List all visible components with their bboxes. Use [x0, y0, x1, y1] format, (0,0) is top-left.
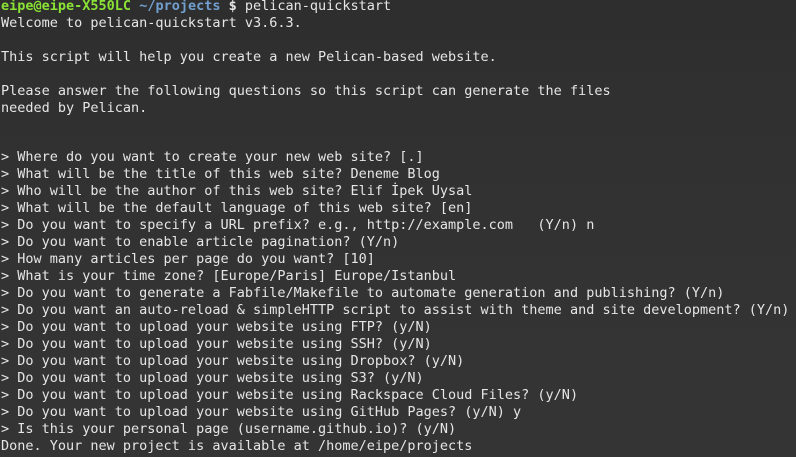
welcome-line: Welcome to pelican-quickstart v3.6.3. — [1, 15, 302, 31]
question-line: > Do you want to generate a Fabfile/Make… — [1, 285, 725, 301]
question-line: > Do you want to upload your website usi… — [1, 387, 579, 403]
done-line: Done. Your new project is available at /… — [1, 438, 473, 454]
question-line: > What will be the default language of t… — [1, 200, 473, 216]
question-line: > What will be the title of this web sit… — [1, 166, 440, 182]
question-line: > Do you want to upload your website usi… — [1, 353, 465, 369]
prompt-command: pelican-quickstart — [244, 0, 392, 14]
purpose-line: This script will help you create a new P… — [1, 49, 497, 65]
question-line: > How many articles per page do you want… — [1, 251, 375, 267]
question-line: > Where do you want to create your new w… — [1, 149, 424, 165]
question-line: > Do you want to upload your website usi… — [1, 336, 432, 352]
prompt-line: eipe@eipe-X550LC ~/projects $ pelican-qu… — [1, 0, 796, 15]
question-line: > Do you want to specify a URL prefix? e… — [1, 217, 595, 233]
question-line: > Is this your personal page (username.g… — [1, 421, 457, 437]
question-line: > What is your time zone? [Europe/Paris]… — [1, 268, 457, 284]
prompt-symbol: $ — [228, 0, 237, 14]
question-line: > Who will be the author of this web sit… — [1, 183, 473, 199]
question-line: > Do you want an auto-reload & simpleHTT… — [1, 302, 790, 318]
question-line: > Do you want to upload your website usi… — [1, 370, 424, 386]
prompt-cwd: ~/projects — [139, 0, 221, 14]
question-line: > Do you want to upload your website usi… — [1, 319, 432, 335]
question-line: > Do you want to upload your website usi… — [1, 404, 522, 420]
question-line: > Do you want to enable article paginati… — [1, 234, 400, 250]
prompt-user-host: eipe@eipe-X550LC — [1, 0, 132, 14]
terminal-window[interactable]: eipe@eipe-X550LC ~/projects $ pelican-qu… — [0, 0, 796, 457]
instructions-line-2: needed by Pelican. — [1, 100, 148, 116]
instructions-line-1: Please answer the following questions so… — [1, 83, 611, 99]
